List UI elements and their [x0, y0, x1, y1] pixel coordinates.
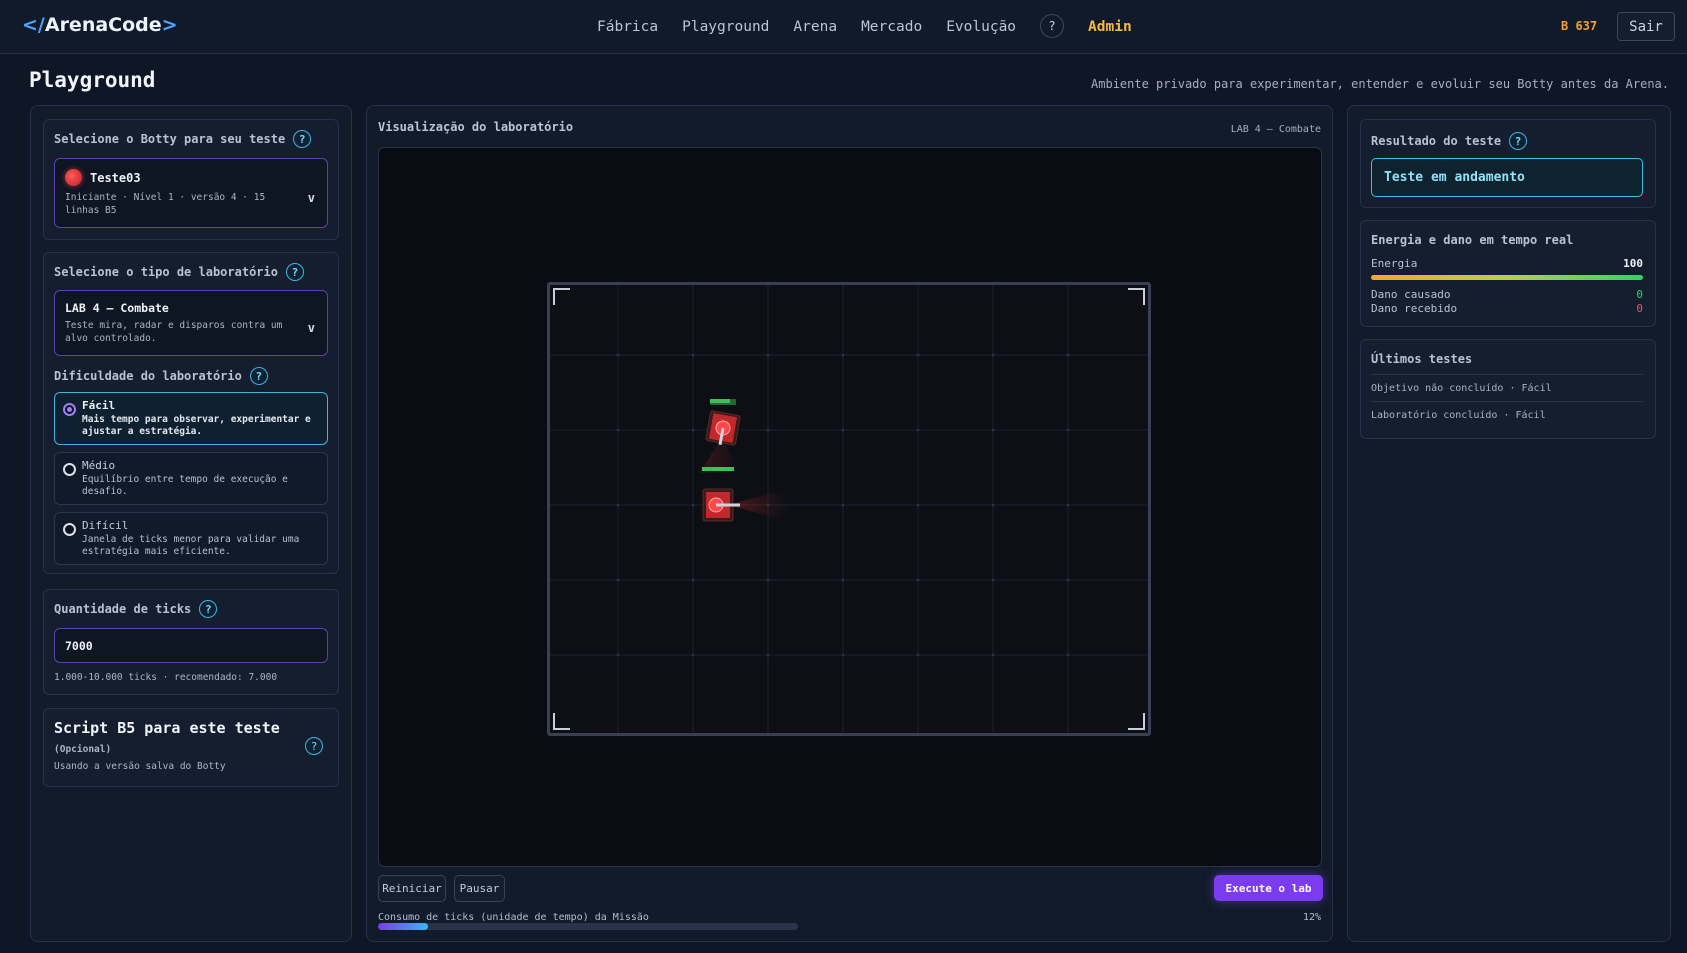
restart-button[interactable]: Reiniciar: [378, 875, 446, 902]
lab-canvas[interactable]: [378, 147, 1322, 867]
history-item[interactable]: Objetivo não concluído · Fácil: [1371, 374, 1643, 394]
difficulty-title: Fácil: [82, 399, 116, 412]
difficulty-title: Difícil: [82, 519, 129, 532]
botty-meta: Iniciante · Nível 1 · versão 4 · 15 linh…: [65, 192, 266, 216]
lab-select-label: Selecione o tipo de laboratório ?: [54, 263, 304, 281]
difficulty-label: Dificuldade do laboratório ?: [54, 367, 268, 385]
ticks-consumption-percent: 12%: [1302, 912, 1321, 923]
script-note: Usando a versão salva do Botty: [54, 761, 226, 772]
difficulty-label-text: Dificuldade do laboratório: [54, 369, 242, 383]
difficulty-desc: Mais tempo para observar, experimentar e…: [82, 414, 311, 437]
page-subtitle: Ambiente privado para experimentar, ente…: [1091, 77, 1669, 91]
help-icon[interactable]: ?: [1509, 132, 1528, 150]
top-navbar: </ArenaCode> Fábrica Playground Arena Me…: [0, 0, 1687, 54]
ticks-consumption-label: Consumo de ticks (unidade de tempo) da M…: [378, 912, 649, 923]
radio-button[interactable]: [63, 523, 76, 536]
logo-bracket-open: </: [22, 14, 45, 36]
run-lab-button[interactable]: Execute o lab: [1214, 875, 1323, 901]
damage-dealt-row: Dano causado 0: [1371, 288, 1643, 301]
lab-select-label-text: Selecione o tipo de laboratório: [54, 265, 278, 279]
result-label: Resultado do teste ?: [1371, 132, 1528, 150]
tank-icon: [702, 467, 740, 522]
help-icon[interactable]: ?: [293, 130, 312, 148]
nav-arena[interactable]: Arena: [793, 19, 837, 35]
viz-title: Visualização do laboratório: [378, 120, 574, 134]
energy-bar: [1371, 275, 1643, 280]
history-item[interactable]: Laboratório concluído · Fácil: [1371, 401, 1643, 421]
coin-balance: B 637: [1561, 19, 1598, 33]
tank-icon: [705, 399, 741, 446]
arena-grid: [550, 285, 1148, 733]
arena-field: [547, 282, 1151, 736]
help-icon[interactable]: ?: [1040, 14, 1065, 38]
difficulty-option-dificil[interactable]: Difícil Janela de ticks menor para valid…: [54, 512, 328, 565]
logo-name: ArenaCode: [44, 14, 162, 36]
botty-select-card: Selecione o Botty para seu teste ? Teste…: [43, 119, 339, 240]
botty-dropdown[interactable]: Teste03 Iniciante · Nível 1 · versão 4 ·…: [54, 158, 328, 228]
settings-panel: Selecione o Botty para seu teste ? Teste…: [30, 105, 352, 942]
nav-playground[interactable]: Playground: [682, 19, 769, 35]
lab-dropdown[interactable]: LAB 4 — Combate Teste mira, radar e disp…: [54, 290, 328, 356]
energy-title: Energia e dano em tempo real: [1371, 233, 1574, 247]
botty-select-label: Selecione o Botty para seu teste ?: [54, 130, 312, 148]
ticks-progress-bar: [378, 923, 798, 930]
energy-card: Energia e dano em tempo real Energia 100…: [1360, 220, 1656, 327]
ticks-hint: 1.000-10.000 ticks · recomendado: 7.000: [54, 672, 278, 683]
damage-dealt-value: 0: [1636, 288, 1643, 301]
nav-evolucao[interactable]: Evolução: [946, 19, 1016, 35]
damage-taken-value: 0: [1636, 302, 1643, 315]
pause-button[interactable]: Pausar: [454, 875, 505, 902]
script-title: Script B5 para este teste: [54, 719, 280, 737]
ticks-label: Quantidade de ticks ?: [54, 600, 218, 618]
ticks-label-text: Quantidade de ticks: [54, 602, 192, 616]
help-icon[interactable]: ?: [249, 367, 268, 385]
botty-avatar-icon: [65, 169, 82, 186]
energy-label: Energia: [1371, 257, 1418, 270]
energy-bar-fill: [1371, 275, 1643, 280]
lab-name: LAB 4 — Combate: [65, 301, 169, 315]
help-icon[interactable]: ?: [199, 600, 218, 618]
logo-bracket-close: >: [161, 14, 178, 36]
botty-select-label-text: Selecione o Botty para seu teste: [54, 132, 286, 146]
page-title: Playground: [29, 68, 156, 92]
result-card: Resultado do teste ? Teste em andamento: [1360, 119, 1656, 208]
viz-lab-tag: LAB 4 — Combate: [1230, 124, 1321, 135]
botty-name: Teste03: [90, 171, 141, 185]
ticks-progress-fill: [378, 923, 429, 930]
chevron-down-icon: v: [307, 191, 315, 205]
results-panel: Resultado do teste ? Teste em andamento …: [1347, 105, 1671, 942]
ticks-card: Quantidade de ticks ? 7000 1.000-10.000 …: [43, 589, 339, 695]
radio-button-selected[interactable]: [63, 403, 76, 416]
nav-mercado[interactable]: Mercado: [861, 19, 922, 35]
help-icon[interactable]: ?: [305, 737, 323, 755]
result-label-text: Resultado do teste: [1371, 134, 1502, 148]
difficulty-option-facil[interactable]: Fácil Mais tempo para observar, experime…: [54, 392, 328, 445]
lab-select-card: Selecione o tipo de laboratório ? LAB 4 …: [43, 252, 339, 574]
difficulty-option-medio[interactable]: Médio Equilíbrio entre tempo de execução…: [54, 452, 328, 505]
nav-fabrica[interactable]: Fábrica: [597, 19, 658, 35]
main-nav: Fábrica Playground Arena Mercado Evoluçã…: [597, 14, 1156, 38]
energy-row: Energia 100: [1371, 257, 1643, 270]
difficulty-desc: Janela de ticks menor para validar uma e…: [82, 534, 300, 557]
script-optional: (Opcional): [54, 744, 112, 755]
lab-visualization-panel: Visualização do laboratório LAB 4 — Comb…: [366, 105, 1333, 942]
script-card[interactable]: Script B5 para este teste (Opcional) Usa…: [43, 708, 339, 787]
chevron-down-icon: v: [307, 321, 315, 335]
lab-desc: Teste mira, radar e disparos contra um a…: [65, 320, 283, 344]
energy-value: 100: [1623, 257, 1643, 270]
nav-admin[interactable]: Admin: [1088, 19, 1132, 35]
damage-taken-row: Dano recebido 0: [1371, 302, 1643, 315]
app-logo[interactable]: </ArenaCode>: [22, 14, 178, 36]
difficulty-desc: Equilíbrio entre tempo de execução e des…: [82, 474, 288, 497]
history-title: Últimos testes: [1371, 352, 1473, 366]
result-status: Teste em andamento: [1371, 158, 1643, 197]
damage-taken-label: Dano recebido: [1371, 302, 1458, 315]
logout-button[interactable]: Sair: [1617, 12, 1675, 41]
difficulty-title: Médio: [82, 459, 116, 472]
ticks-input[interactable]: 7000: [54, 628, 328, 663]
radio-button[interactable]: [63, 463, 76, 476]
history-card: Últimos testes Objetivo não concluído · …: [1360, 339, 1656, 439]
help-icon[interactable]: ?: [285, 263, 304, 281]
damage-dealt-label: Dano causado: [1371, 288, 1451, 301]
